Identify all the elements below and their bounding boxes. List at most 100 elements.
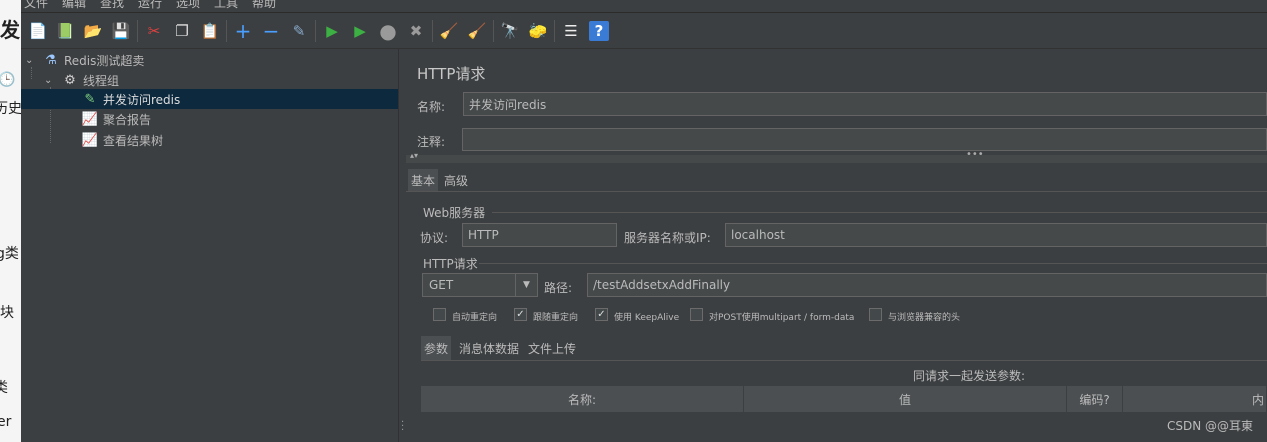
collapse-divider[interactable]: ▴▾ •••	[406, 149, 1267, 163]
toolbar-separator	[554, 20, 555, 42]
help-icon[interactable]: ?	[589, 21, 609, 41]
test-plan-tree: ⌄ ⚗ Redis测试超卖 ⌄ ⚙ 线程组 ✎ 并发访问redis 📈 聚合报告…	[21, 49, 398, 442]
protocol-label: 协议:	[420, 231, 449, 245]
tree-node-test-plan[interactable]: ⌄ ⚗ Redis测试超卖	[21, 50, 398, 70]
tree-node-results-tree[interactable]: 📈 查看结果树	[21, 130, 398, 150]
tree-node-http-request[interactable]: ✎ 并发访问redis	[21, 89, 398, 109]
tree-node-label: 聚合报告	[103, 112, 152, 127]
drag-handle-icon[interactable]: •••	[966, 149, 984, 160]
tab-advanced[interactable]: 高级	[441, 169, 471, 191]
follow-redirect-label: 跟随重定向	[533, 313, 579, 323]
strip-text: 类	[0, 380, 8, 396]
copy-icon[interactable]: ❐	[172, 21, 192, 41]
name-field[interactable]: 并发访问redis	[463, 92, 1267, 116]
group-border	[479, 263, 1267, 264]
auto-redirect-checkbox[interactable]	[433, 308, 446, 321]
path-field[interactable]: /testAddsetxAddFinally	[587, 273, 1267, 297]
menu-bar: 文件 编辑 查找 运行 选项 工具 帮助	[21, 0, 1267, 12]
protocol-field[interactable]: HTTP	[462, 223, 617, 247]
toolbar-separator	[315, 20, 316, 42]
menu-run[interactable]: 运行	[138, 0, 162, 11]
column-header-content-type[interactable]: 内	[1123, 386, 1267, 412]
chart-icon: 📈	[81, 111, 99, 127]
menu-search[interactable]: 查找	[100, 0, 124, 11]
new-icon[interactable]: 📄	[28, 21, 48, 41]
clock-icon: 🕒	[0, 72, 16, 88]
collapse-arrows-icon[interactable]: ▴▾	[410, 151, 418, 160]
paste-icon[interactable]: 📋	[200, 21, 220, 41]
http-request-panel: HTTP请求 名称: 并发访问redis 注释: ▴▾ ••• 基本 高级 We…	[406, 49, 1267, 442]
menu-file[interactable]: 文件	[24, 0, 48, 11]
strip-text: 发	[0, 18, 20, 42]
chevron-down-icon[interactable]: ▼	[515, 274, 537, 296]
path-label: 路径:	[544, 281, 573, 295]
column-header-encode[interactable]: 编码?	[1067, 386, 1123, 412]
tree-node-label: Redis测试超卖	[64, 53, 145, 68]
auto-redirect-label: 自动重定向	[452, 313, 498, 323]
tree-node-label: 并发访问redis	[103, 92, 181, 107]
function-helper-icon[interactable]: ☰	[561, 21, 581, 41]
server-label: 服务器名称或IP:	[624, 231, 711, 245]
search-icon[interactable]: 🔭	[500, 21, 520, 41]
tree-node-label: 线程组	[83, 73, 120, 88]
collapse-arrow-icon[interactable]: ⌄	[25, 55, 33, 66]
gear-icon: ⚙	[64, 72, 76, 88]
flask-icon: ⚗	[45, 52, 57, 68]
http-request-group-title: HTTP请求	[423, 257, 478, 271]
panel-title: HTTP请求	[417, 65, 486, 83]
stop-icon[interactable]: ●	[378, 19, 398, 43]
method-select[interactable]: GET ▼	[422, 273, 538, 297]
browser-headers-checkbox[interactable]	[869, 308, 882, 321]
chart-icon: 📈	[81, 132, 99, 148]
menu-tools[interactable]: 工具	[214, 0, 238, 11]
clear-all-icon[interactable]: 🧹	[467, 21, 487, 41]
shutdown-icon[interactable]: ✖	[406, 21, 426, 41]
background-window-strip: 发 🕒 历史 g类 块 类 er	[0, 0, 21, 442]
column-header-value[interactable]: 值	[744, 386, 1067, 412]
menu-edit[interactable]: 编辑	[62, 0, 86, 11]
server-field[interactable]: localhost	[725, 223, 1267, 247]
tree-node-label: 查看结果树	[103, 133, 164, 148]
toolbar: 📄 📗 📂 💾 ✂ ❐ 📋 + − ✎ ▶ ▶ ● ✖ 🧹 🧹 🔭 🧽 ☰ ?	[21, 12, 1267, 49]
toggle-icon[interactable]: ✎	[289, 21, 309, 41]
split-pane-divider[interactable]: · · ·	[398, 49, 406, 442]
collapse-arrow-icon[interactable]: ⌄	[44, 75, 52, 86]
tab-basic[interactable]: 基本	[408, 169, 439, 191]
strip-text: 历史	[0, 101, 21, 117]
tree-node-aggregate-report[interactable]: 📈 聚合报告	[21, 109, 398, 129]
multipart-checkbox[interactable]	[690, 308, 703, 321]
tree-node-thread-group[interactable]: ⌄ ⚙ 线程组	[21, 70, 398, 90]
strip-text: 块	[0, 305, 14, 321]
expand-icon[interactable]: +	[233, 19, 253, 43]
drag-handle-icon[interactable]: · · ·	[401, 418, 404, 436]
save-icon[interactable]: 💾	[111, 21, 131, 41]
watermark: CSDN @@耳東	[1167, 419, 1254, 433]
column-header-name[interactable]: 名称:	[421, 386, 744, 412]
tab-underline	[406, 191, 1267, 192]
name-label: 名称:	[417, 100, 446, 114]
tab-body-data[interactable]: 消息体数据	[456, 336, 522, 361]
pipette-icon: ✎	[84, 91, 96, 107]
collapse-icon[interactable]: −	[261, 19, 281, 43]
keepalive-checkbox[interactable]: ✓	[595, 308, 608, 321]
toolbar-separator	[226, 20, 227, 42]
follow-redirect-checkbox[interactable]: ✓	[514, 308, 527, 321]
comment-label: 注释:	[417, 135, 446, 149]
clear-icon[interactable]: 🧹	[439, 21, 459, 41]
strip-text: g类	[0, 246, 19, 262]
tab-file-upload[interactable]: 文件上传	[525, 336, 579, 361]
menu-help[interactable]: 帮助	[252, 0, 276, 11]
templates-icon[interactable]: 📗	[55, 21, 75, 41]
keepalive-label: 使用 KeepAlive	[614, 313, 680, 323]
toolbar-separator	[493, 20, 494, 42]
web-server-group-title: Web服务器	[423, 206, 486, 220]
comment-field[interactable]	[462, 128, 1267, 151]
reset-search-icon[interactable]: 🧽	[528, 21, 548, 41]
start-icon[interactable]: ▶	[322, 21, 342, 41]
group-border	[492, 212, 1267, 213]
tab-parameters[interactable]: 参数	[421, 336, 452, 361]
cut-icon[interactable]: ✂	[144, 21, 164, 41]
menu-options[interactable]: 选项	[176, 0, 200, 11]
start-no-pause-icon[interactable]: ▶	[350, 21, 370, 41]
open-icon[interactable]: 📂	[83, 21, 103, 41]
